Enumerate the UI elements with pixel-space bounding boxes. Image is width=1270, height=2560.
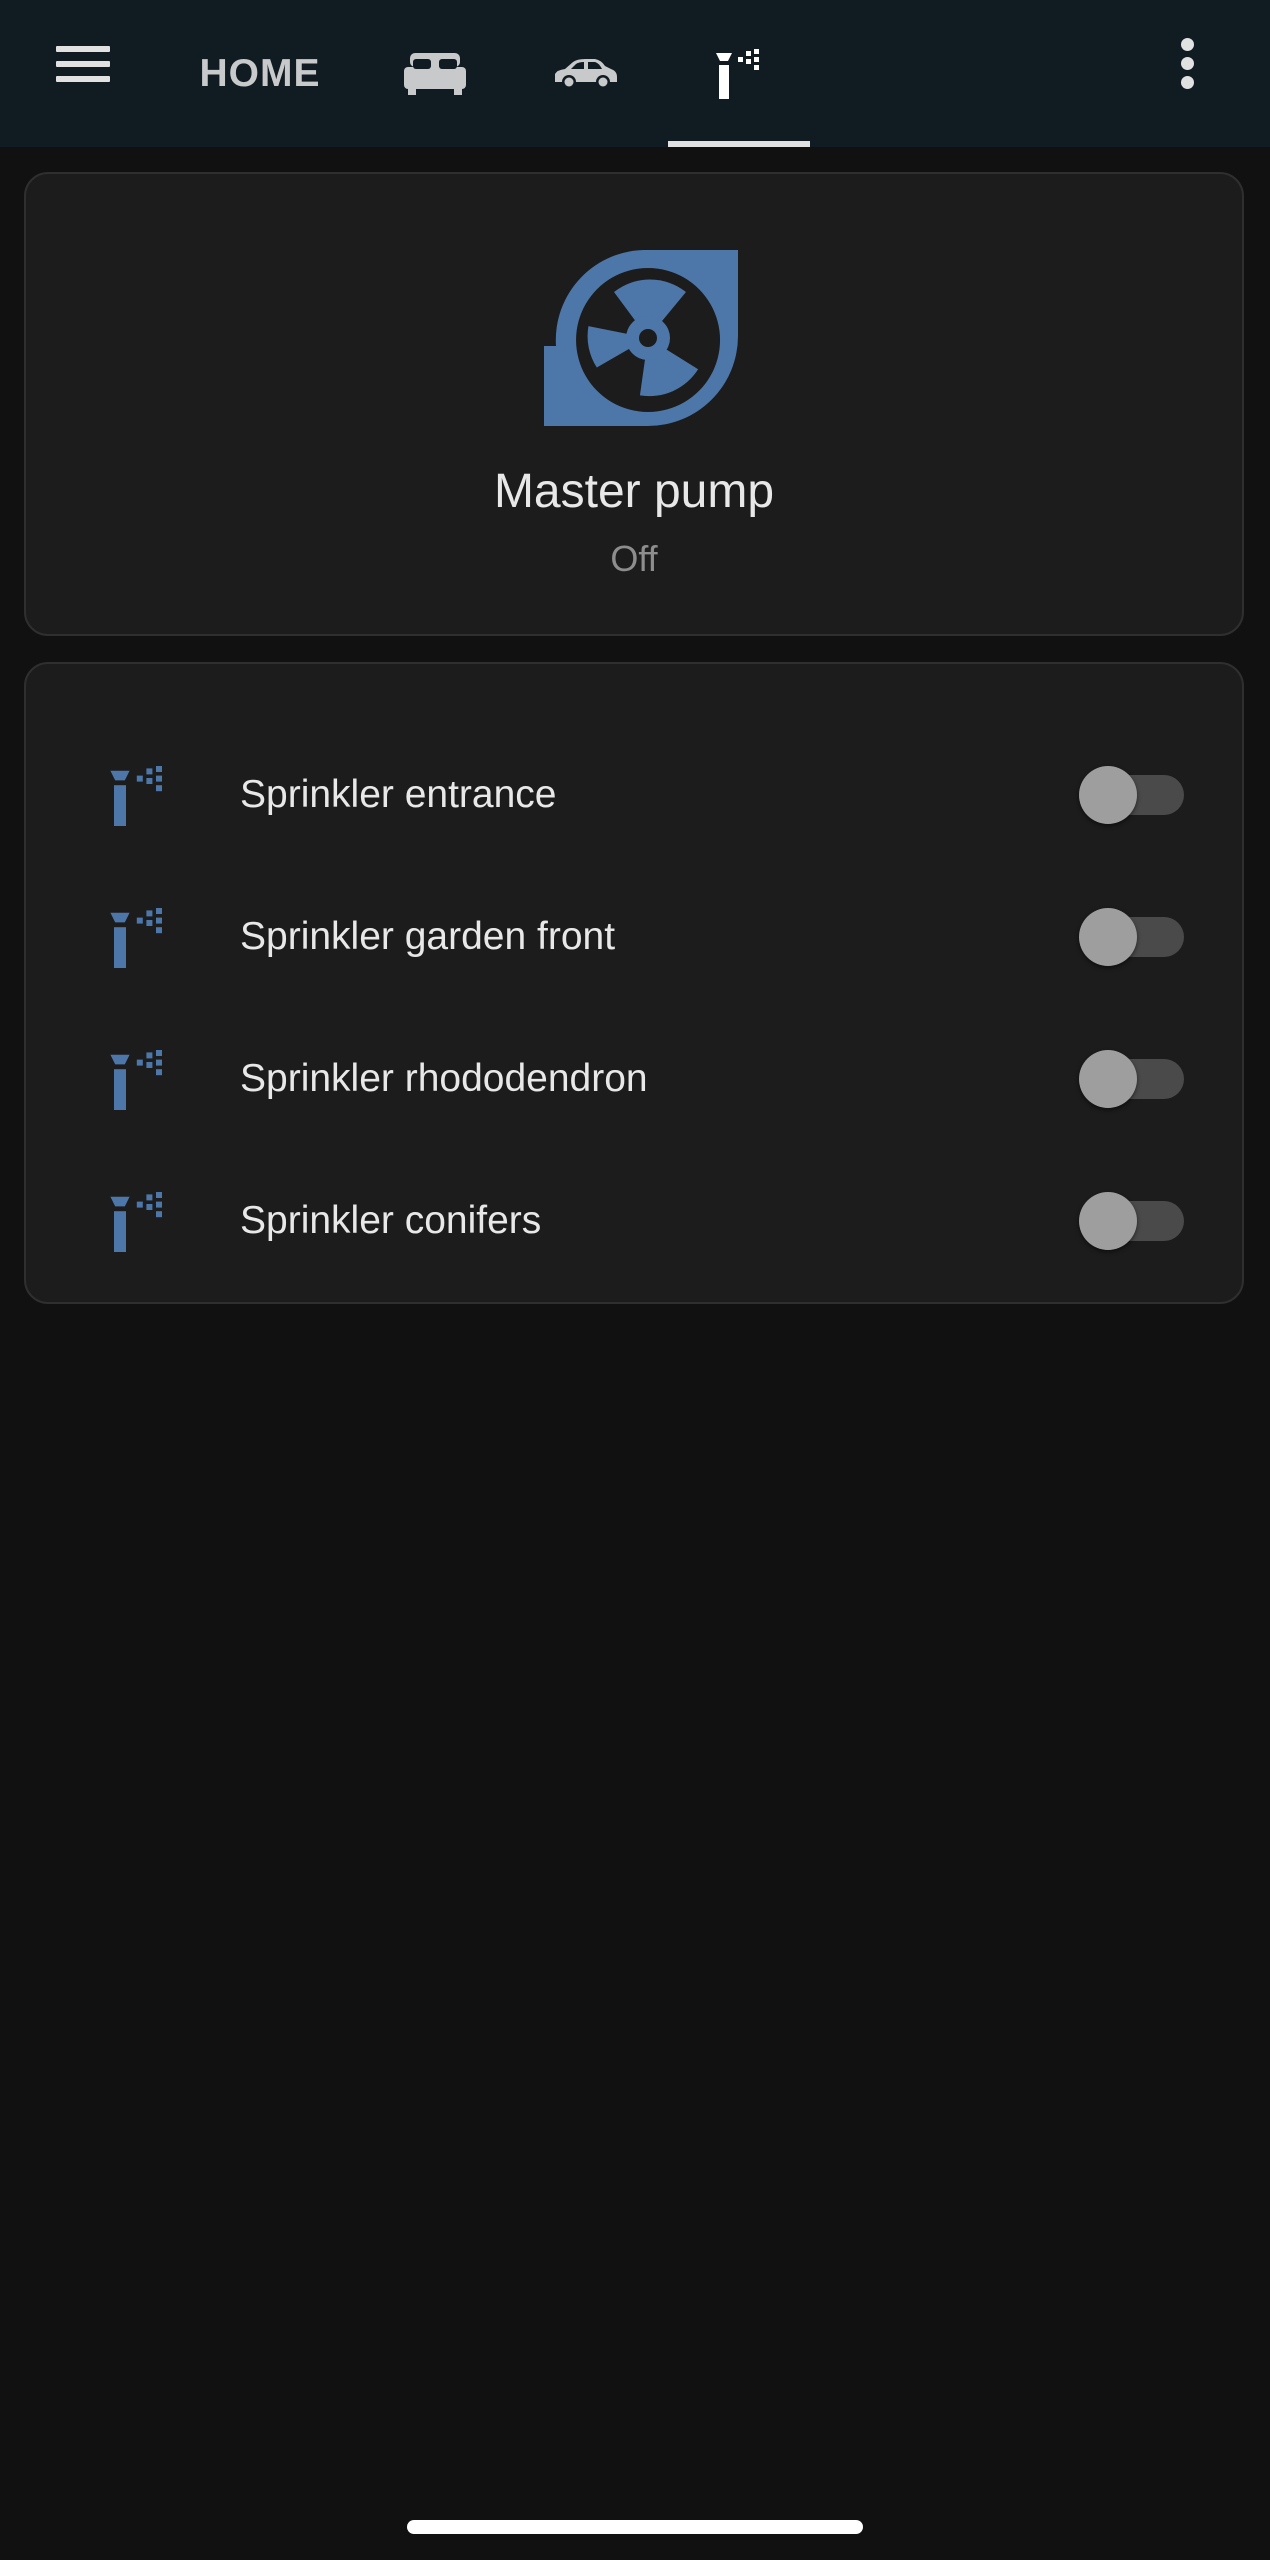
sprinkler-list-card: Sprinkler entrance Sprinkler garden fron… — [24, 662, 1244, 1304]
toggle-thumb — [1079, 1192, 1137, 1250]
sprinkler-icon — [110, 1050, 162, 1110]
tab-home[interactable]: HOME — [180, 0, 340, 147]
more-options-icon[interactable] — [1160, 32, 1216, 96]
list-item: Sprinkler conifers — [26, 1150, 1242, 1292]
sprinkler-icon — [110, 766, 162, 826]
active-tab-indicator — [668, 141, 810, 147]
tab-sprinkler[interactable] — [668, 0, 810, 147]
sprinkler-toggle[interactable] — [1076, 1186, 1206, 1256]
tab-home-label: HOME — [199, 51, 321, 95]
pump-state: Off — [610, 538, 658, 579]
toggle-thumb — [1079, 1050, 1137, 1108]
list-item: Sprinkler rhododendron — [26, 1008, 1242, 1150]
sprinkler-icon — [110, 1192, 162, 1252]
menu-icon[interactable] — [48, 36, 118, 92]
master-pump-card[interactable]: Master pump Off — [24, 172, 1244, 636]
sprinkler-label[interactable]: Sprinkler conifers — [240, 1150, 541, 1292]
list-item: Sprinkler garden front — [26, 866, 1242, 1008]
sprinkler-icon — [110, 908, 162, 968]
home-gesture-bar[interactable] — [407, 2520, 863, 2534]
sprinkler-label[interactable]: Sprinkler rhododendron — [240, 1008, 648, 1150]
car-icon — [555, 58, 617, 89]
bed-icon — [404, 52, 466, 95]
list-item: Sprinkler entrance — [26, 724, 1242, 866]
toggle-thumb — [1079, 908, 1137, 966]
sprinkler-icon — [716, 48, 759, 99]
tab-bedroom[interactable] — [370, 0, 500, 147]
pump-icon — [544, 250, 738, 426]
sprinkler-toggle[interactable] — [1076, 1044, 1206, 1114]
tab-car[interactable] — [520, 0, 650, 147]
sprinkler-toggle[interactable] — [1076, 760, 1206, 830]
sprinkler-label[interactable]: Sprinkler entrance — [240, 724, 557, 866]
sprinkler-label[interactable]: Sprinkler garden front — [240, 866, 615, 1008]
app-bar: HOME — [0, 0, 1270, 147]
toggle-thumb — [1079, 766, 1137, 824]
pump-name: Master pump — [493, 465, 775, 518]
sprinkler-toggle[interactable] — [1076, 902, 1206, 972]
